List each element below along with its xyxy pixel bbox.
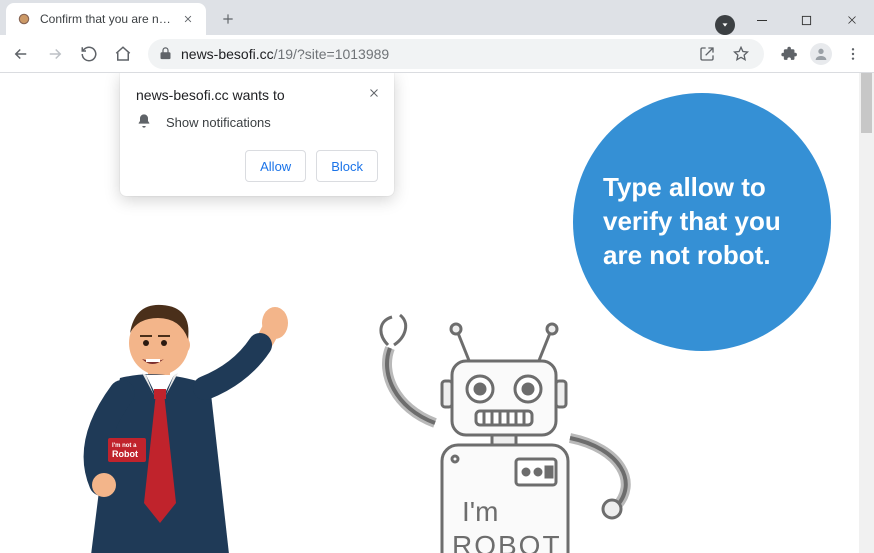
share-icon[interactable] [694,41,720,67]
home-button[interactable] [108,39,138,69]
extensions-icon[interactable] [774,39,804,69]
address-bar[interactable]: news-besofi.cc/19/?site=1013989 [148,39,764,69]
tab-favicon [16,11,32,27]
bookmark-star-icon[interactable] [728,41,754,67]
reload-button[interactable] [74,39,104,69]
allow-button[interactable]: Allow [245,150,306,182]
scrollbar-thumb[interactable] [861,73,872,133]
window-minimize-button[interactable] [739,5,784,35]
forward-button[interactable] [40,39,70,69]
dialog-close-icon[interactable] [362,81,386,105]
bell-icon [136,113,152,132]
tab-strip: Confirm that you are not a robot [0,3,711,35]
back-button[interactable] [6,39,36,69]
window-titlebar: Confirm that you are not a robot [0,0,874,35]
robot-line2: ROBOT [452,530,562,553]
browser-menu-icon[interactable] [838,39,868,69]
web-page: news-besofi.cc wants to Show notificatio… [0,73,859,553]
tab-title: Confirm that you are not a robot [40,12,172,26]
instruction-text: Type allow to verify that you are not ro… [603,171,801,272]
url-text: news-besofi.cc/19/?site=1013989 [181,46,686,62]
dialog-permission-label: Show notifications [166,115,271,130]
browser-toolbar: news-besofi.cc/19/?site=1013989 [0,35,874,73]
badge-line2: Robot [112,449,138,459]
window-maximize-button[interactable] [784,5,829,35]
avatar-icon [810,43,832,65]
window-controls [739,5,874,35]
man-illustration: I'm not a Robot [60,263,300,553]
block-button[interactable]: Block [316,150,378,182]
tab-close-icon[interactable] [180,11,196,27]
profile-avatar[interactable] [806,39,836,69]
window-close-button[interactable] [829,5,874,35]
identity-pill-icon[interactable] [715,15,735,35]
vertical-scrollbar[interactable] [859,73,874,553]
robot-illustration: I'm ROBOT [340,273,670,553]
dialog-origin-text: news-besofi.cc wants to [136,87,378,103]
notification-permission-dialog: news-besofi.cc wants to Show notificatio… [120,73,394,196]
robot-line1: I'm [462,496,498,527]
content-viewport: news-besofi.cc wants to Show notificatio… [0,73,874,553]
browser-tab-active[interactable]: Confirm that you are not a robot [6,3,206,35]
new-tab-button[interactable] [214,5,242,33]
lock-icon[interactable] [158,46,173,61]
